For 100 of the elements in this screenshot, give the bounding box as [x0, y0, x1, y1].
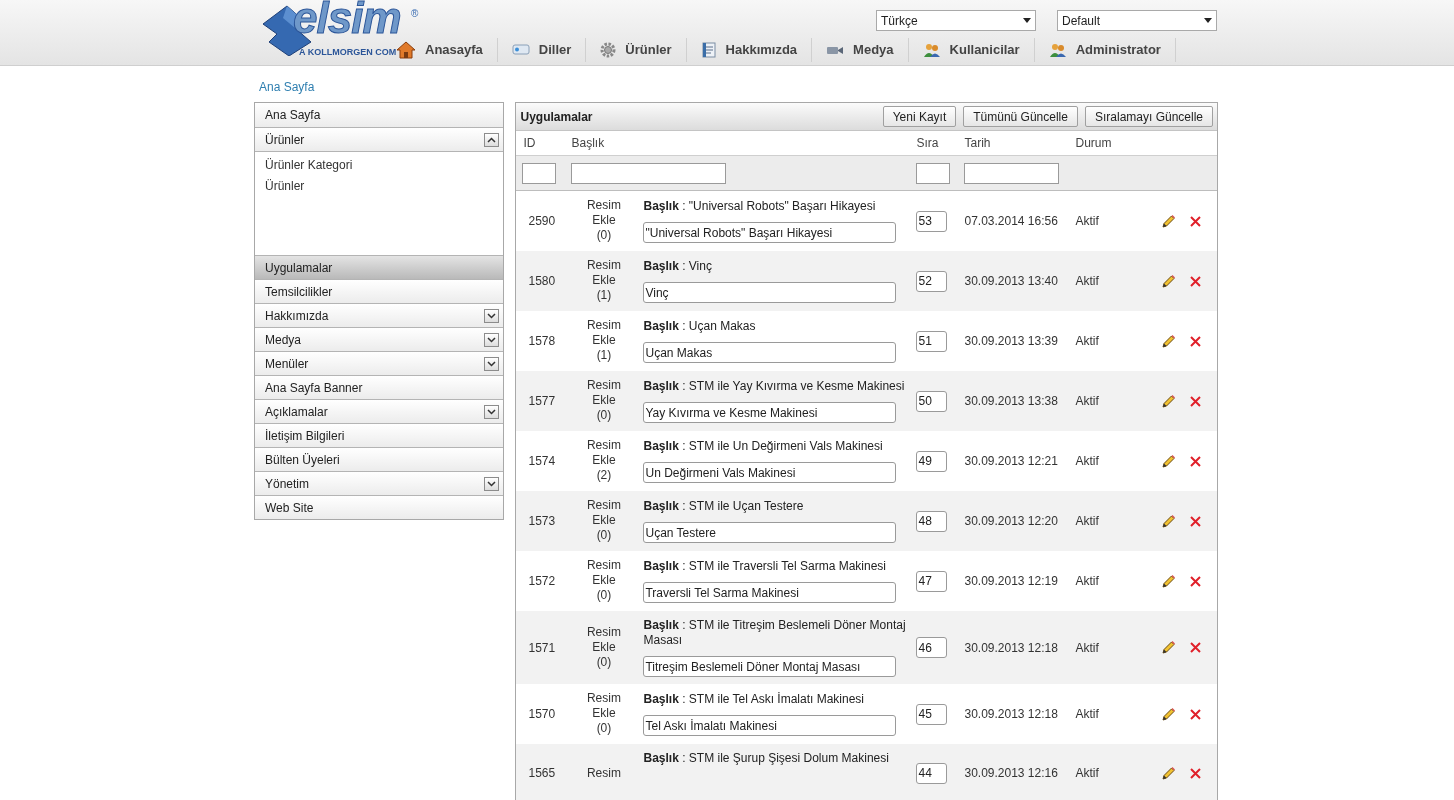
delete-icon[interactable]: [1190, 575, 1202, 587]
edit-pencil-icon[interactable]: [1161, 273, 1177, 289]
record-title: Başlık : "Universal Robots" Başarı Hikayesi: [643, 199, 877, 214]
nav-link[interactable]: Administrator: [1033, 38, 1175, 62]
users-icon: [922, 42, 941, 58]
filter-field[interactable]: [916, 162, 951, 184]
title-field[interactable]: Uçan Makas: [643, 342, 897, 363]
table-cell: 30.09.2013 13:38: [964, 394, 1058, 408]
edit-pencil-icon[interactable]: [1161, 333, 1177, 349]
nav-link[interactable]: Ürünler: [585, 38, 686, 62]
title-field[interactable]: Yay Kıvırma ve Kesme Makinesi: [643, 402, 897, 423]
sidebar-item[interactable]: Medya: [255, 327, 504, 351]
delete-icon[interactable]: [1190, 515, 1202, 527]
nav-link[interactable]: Medya: [811, 38, 908, 62]
add-image-link[interactable]: Resim Ekle (0): [584, 624, 624, 670]
sidebar-item[interactable]: Ana Sayfa Banner: [255, 375, 504, 399]
add-image-link[interactable]: Resim Ekle (0): [584, 378, 624, 423]
expand-toggle[interactable]: [484, 356, 500, 371]
table-cell: 1580: [528, 274, 556, 288]
edit-pencil-icon[interactable]: [1161, 453, 1177, 469]
order-field[interactable]: 53: [916, 210, 948, 232]
order-field[interactable]: 49: [916, 450, 948, 472]
filter-field[interactable]: [964, 162, 1060, 184]
sidebar-item[interactable]: İletişim Bilgileri: [255, 423, 504, 447]
add-image-link[interactable]: Resim Ekle (2): [584, 438, 624, 483]
order-field[interactable]: 46: [916, 637, 948, 658]
title-field[interactable]: Titreşim Beslemeli Döner Montaj Masası: [643, 656, 897, 677]
toolbar-button[interactable]: Tümünü Güncelle: [963, 106, 1078, 127]
delete-icon[interactable]: [1190, 275, 1202, 287]
submenu-item[interactable]: Ürünler: [265, 176, 305, 195]
edit-pencil-icon[interactable]: [1161, 706, 1177, 722]
table-cell: Aktif: [1075, 394, 1099, 408]
sidebar-item[interactable]: Açıklamalar: [255, 399, 504, 423]
edit-pencil-icon[interactable]: [1161, 393, 1177, 409]
dropdown[interactable]: Türkçe: [876, 10, 1036, 31]
title-field[interactable]: Un Değirmeni Vals Makinesi: [643, 462, 897, 483]
table-cell: 30.09.2013 12:21: [964, 454, 1058, 468]
add-image-link[interactable]: Resim Ekle (1): [584, 258, 624, 303]
edit-pencil-icon[interactable]: [1161, 765, 1177, 781]
delete-icon[interactable]: [1190, 335, 1202, 347]
table-cell: 30.09.2013 12:19: [964, 574, 1058, 588]
submenu-item[interactable]: Ürünler Kategori: [265, 155, 353, 174]
toolbar-button[interactable]: Yeni Kayıt: [882, 106, 957, 127]
delete-icon[interactable]: [1190, 642, 1202, 653]
order-field[interactable]: 52: [916, 270, 948, 292]
sidebar-item[interactable]: Uygulamalar: [255, 255, 504, 279]
add-image-link[interactable]: Resim: [586, 766, 621, 781]
add-image-link[interactable]: Resim Ekle (1): [584, 318, 624, 363]
delete-icon[interactable]: [1190, 395, 1202, 407]
delete-icon[interactable]: [1190, 215, 1202, 227]
nav-link[interactable]: Hakkımızda: [685, 38, 812, 62]
nav-link[interactable]: Diller: [496, 38, 586, 62]
order-field[interactable]: 50: [916, 390, 948, 412]
title-field[interactable]: Traversli Tel Sarma Makinesi: [643, 582, 897, 603]
title-field[interactable]: Uçan Testere: [643, 522, 897, 543]
toolbar-button[interactable]: Sıralamayı Güncelle: [1084, 106, 1213, 127]
delete-icon[interactable]: [1190, 708, 1202, 720]
expand-toggle[interactable]: [484, 404, 500, 419]
filter-field[interactable]: [522, 162, 557, 184]
edit-pencil-icon[interactable]: [1161, 573, 1177, 589]
sidebar-item[interactable]: Hakkımızda: [255, 303, 504, 327]
title-field[interactable]: "Universal Robots" Başarı Hikayesi: [643, 222, 897, 243]
sidebar-item[interactable]: Web Site: [255, 495, 504, 519]
sidebar-item[interactable]: Bülten Üyeleri: [255, 447, 504, 471]
order-field[interactable]: 51: [916, 330, 948, 352]
delete-icon[interactable]: [1190, 455, 1202, 467]
order-field[interactable]: 47: [916, 570, 948, 592]
table-cell: 1577: [528, 394, 556, 408]
sidebar-item[interactable]: Temsilcilikler: [255, 279, 504, 303]
record-title: Başlık : STM ile Yay Kıvırma ve Kesme Makinesi: [643, 379, 906, 394]
sidebar-item[interactable]: Yönetim: [255, 471, 504, 495]
order-field[interactable]: 48: [916, 510, 948, 532]
chevron-down-icon: [487, 312, 497, 319]
add-image-link[interactable]: Resim Ekle (0): [584, 198, 624, 243]
edit-pencil-icon[interactable]: [1161, 640, 1177, 655]
title-field[interactable]: Tel Askı İmalatı Makinesi: [643, 715, 897, 736]
add-image-link[interactable]: Resim Ekle (0): [584, 498, 624, 543]
add-image-link[interactable]: Resim Ekle (0): [584, 691, 624, 736]
edit-pencil-icon[interactable]: [1161, 213, 1177, 229]
sidebar-item[interactable]: Menüler: [255, 351, 504, 375]
table-cell: Aktif: [1075, 334, 1099, 348]
order-field[interactable]: 45: [916, 703, 948, 725]
nav-link[interactable]: Kullanicilar: [907, 38, 1034, 62]
record-title: Başlık : Vinç: [643, 259, 713, 274]
edit-pencil-icon[interactable]: [1161, 513, 1177, 529]
filter-field[interactable]: [571, 162, 727, 184]
add-image-link[interactable]: Resim Ekle (0): [584, 558, 624, 603]
nav-link[interactable]: Anasayfa: [396, 38, 497, 62]
title-field[interactable]: Vinç: [643, 282, 897, 303]
collapse-toggle[interactable]: [484, 132, 500, 147]
dropdown[interactable]: Default: [1057, 10, 1217, 31]
table-cell: Aktif: [1075, 574, 1099, 588]
expand-toggle[interactable]: [484, 308, 500, 323]
delete-icon[interactable]: [1190, 767, 1202, 779]
column-header: Durum: [1075, 136, 1112, 150]
order-field[interactable]: 44: [916, 762, 948, 784]
expand-toggle[interactable]: [484, 332, 500, 347]
breadcrumb-link[interactable]: Ana Sayfa: [259, 78, 315, 96]
expand-toggle[interactable]: [484, 476, 500, 491]
sidebar-item[interactable]: Ürünler: [255, 127, 504, 151]
